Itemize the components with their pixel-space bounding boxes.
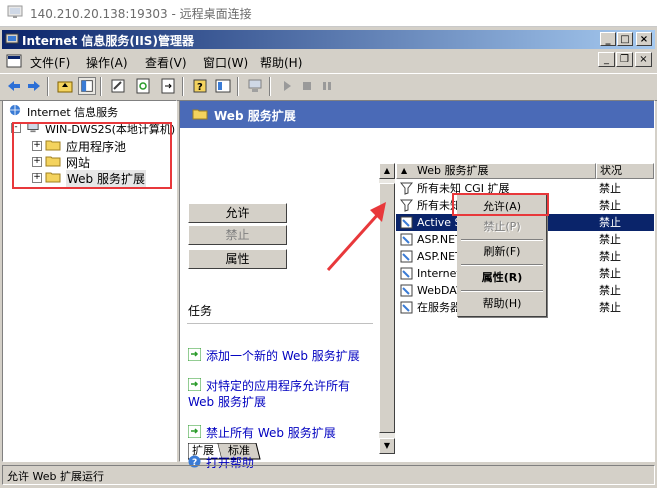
- forbid-button[interactable]: 禁止: [188, 225, 287, 245]
- status-text: 允许 Web 扩展运行: [7, 470, 104, 483]
- remote-desktop-icon: [7, 5, 23, 18]
- task-forbid-all[interactable]: 禁止所有 Web 服务扩展: [188, 424, 378, 440]
- scroll-down-button[interactable]: ▼: [379, 438, 395, 454]
- show-hide-tree-icon[interactable]: [78, 77, 96, 95]
- extension-icon: [400, 267, 413, 280]
- green-arrow-icon: [188, 425, 201, 438]
- window-titlebar: Internet 信息服务(IIS)管理器 _ □ ×: [2, 30, 655, 49]
- export-list-icon[interactable]: [159, 77, 177, 95]
- extension-icon: [400, 250, 413, 263]
- green-arrow-icon: [188, 348, 201, 361]
- task-add-extension[interactable]: 添加一个新的 Web 服务扩展: [188, 347, 378, 363]
- refresh-icon[interactable]: [134, 77, 152, 95]
- annotation-arrow-icon: [326, 202, 386, 272]
- ctx-properties[interactable]: 属性(R): [461, 268, 543, 288]
- menu-help[interactable]: 帮助(H): [260, 54, 302, 71]
- list-item-status: 禁止: [599, 233, 621, 246]
- list-item-status: 禁止: [599, 199, 621, 212]
- computer-icon[interactable]: [246, 77, 264, 95]
- filter-icon: [400, 182, 413, 195]
- extension-icon: [400, 216, 413, 229]
- up-folder-icon[interactable]: [56, 77, 74, 95]
- tasks-divider: [187, 323, 373, 324]
- ctx-refresh[interactable]: 刷新(F): [461, 242, 543, 262]
- panel-header: Web 服务扩展: [180, 101, 654, 128]
- window-title: Internet 信息服务(IIS)管理器: [22, 34, 194, 48]
- tasks-label: 任务: [188, 304, 213, 318]
- list-item-status: 禁止: [599, 284, 621, 297]
- extension-icon: [400, 233, 413, 246]
- properties-icon[interactable]: [109, 77, 127, 95]
- panel-title: Web 服务扩展: [214, 109, 296, 123]
- pause-icon[interactable]: [318, 77, 336, 95]
- menu-view[interactable]: 查看(V): [145, 54, 187, 71]
- toolbar: ?: [0, 73, 657, 101]
- svg-text:?: ?: [197, 82, 203, 93]
- mdi-restore-button[interactable]: ❐: [616, 52, 633, 67]
- rdp-title: 140.210.20.138:19303 - 远程桌面连接: [30, 7, 252, 21]
- stop-icon[interactable]: [298, 77, 316, 95]
- forward-arrow-icon[interactable]: [25, 77, 43, 95]
- task-allow-all-line2[interactable]: Web 服务扩展: [188, 393, 266, 410]
- menu-bar: 文件(F) 操作(A) 查看(V) 窗口(W) 帮助(H) _ ❐ ×: [0, 51, 657, 71]
- task-allow-all-for-app[interactable]: 对特定的应用程序允许所有 Web 服务扩展: [188, 377, 378, 409]
- iis-root-icon: [9, 104, 21, 116]
- filter-icon: [400, 199, 413, 212]
- scroll-up-button[interactable]: ▲: [379, 163, 395, 179]
- rdp-titlebar: 140.210.20.138:19303 - 远程桌面连接: [0, 0, 657, 27]
- mdi-minimize-button[interactable]: _: [598, 52, 615, 67]
- play-icon[interactable]: [278, 77, 296, 95]
- extension-icon: [400, 284, 413, 297]
- column-header-name-label: Web 服务扩展: [417, 164, 489, 177]
- task-forbid-all-label[interactable]: 禁止所有 Web 服务扩展: [206, 424, 336, 441]
- list-item-status: 禁止: [599, 250, 621, 263]
- back-arrow-icon[interactable]: [5, 77, 23, 95]
- console-view-icon[interactable]: [214, 77, 232, 95]
- column-header-name[interactable]: ▲ Web 服务扩展: [396, 163, 596, 179]
- folder-icon: [192, 109, 208, 120]
- ctx-help[interactable]: 帮助(H): [461, 294, 543, 314]
- extension-icon: [400, 301, 413, 314]
- ctx-forbid[interactable]: 禁止(P): [461, 217, 543, 237]
- annotation-allow-highlight: [452, 193, 549, 216]
- iis-app-icon: [5, 33, 19, 44]
- task-add-extension-label[interactable]: 添加一个新的 Web 服务扩展: [206, 347, 360, 364]
- properties-button[interactable]: 属性: [188, 249, 287, 269]
- help-icon[interactable]: ?: [191, 77, 209, 95]
- maximize-button[interactable]: □: [617, 32, 633, 46]
- tree-root-label[interactable]: Internet 信息服务: [27, 104, 118, 120]
- close-button[interactable]: ×: [636, 32, 652, 46]
- menu-file[interactable]: 文件(F): [30, 54, 70, 71]
- list-item-status: 禁止: [599, 267, 621, 280]
- list-item-status: 禁止: [599, 216, 621, 229]
- list-item-status: 禁止: [599, 182, 621, 195]
- minimize-button[interactable]: _: [600, 32, 616, 46]
- details-pane: Web 服务扩展 允许 禁止 属性 任务 添加一个新的 Web 服务扩展 对特定…: [179, 100, 655, 470]
- mmc-menu-icon[interactable]: [6, 54, 22, 69]
- green-arrow-icon: [188, 378, 201, 391]
- menu-action[interactable]: 操作(A): [86, 54, 128, 71]
- mdi-close-button[interactable]: ×: [635, 52, 652, 67]
- task-allow-all-line1[interactable]: 对特定的应用程序允许所有: [206, 377, 350, 394]
- sort-up-icon: ▲: [401, 166, 408, 175]
- status-bar: 允许 Web 扩展运行: [2, 465, 655, 485]
- annotation-tree-highlight: [12, 122, 172, 189]
- allow-button[interactable]: 允许: [188, 203, 287, 223]
- menu-window[interactable]: 窗口(W): [203, 54, 248, 71]
- column-header-status[interactable]: 状况: [596, 163, 654, 179]
- list-item-status: 禁止: [599, 301, 621, 314]
